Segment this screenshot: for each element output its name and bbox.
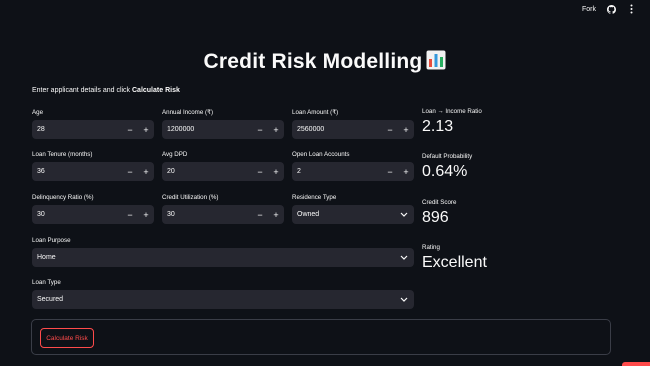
metric-label: Loan → Income Ratio [422, 108, 482, 115]
delinquency-ratio-input[interactable]: 30 − + [32, 205, 154, 224]
metric-label: Rating [422, 244, 440, 251]
age-input[interactable]: 28 − + [32, 120, 154, 139]
default-probability-metric: Default Probability 0.64% [422, 153, 472, 181]
credit-utilization-increment-button[interactable]: + [268, 205, 284, 224]
delinquency-ratio-field: Delinquency Ratio (%) 30 − + [32, 193, 154, 224]
loan-income-ratio-metric: Loan → Income Ratio 2.13 [422, 108, 482, 136]
age-field: Age 28 − + [32, 108, 154, 139]
open-loan-accounts-increment-button[interactable]: + [398, 162, 414, 181]
age-value[interactable]: 28 [32, 126, 122, 133]
credit-utilization-field: Credit Utilization (%) 30 − + [162, 193, 284, 224]
intro-prefix: Enter applicant details and click [32, 87, 132, 94]
metric-label: Default Probability [422, 153, 473, 160]
annual-income-value[interactable]: 1200000 [162, 126, 252, 133]
annual-income-label: Annual Income (₹) [162, 109, 214, 116]
loan-type-value[interactable]: Secured [37, 296, 63, 303]
delinquency-ratio-increment-button[interactable]: + [138, 205, 154, 224]
annual-income-field: Annual Income (₹) 1200000 − + [162, 108, 284, 139]
page-title-text: Credit Risk Modelling [203, 50, 423, 73]
open-loan-accounts-label: Open Loan Accounts [292, 151, 350, 158]
metric-value: 896 [422, 209, 449, 226]
loan-tenure-decrement-button[interactable]: − [122, 162, 138, 181]
annual-income-decrement-button[interactable]: − [252, 120, 268, 139]
age-increment-button[interactable]: + [138, 120, 154, 139]
delinquency-ratio-decrement-button[interactable]: − [122, 205, 138, 224]
loan-tenure-input[interactable]: 36 − + [32, 162, 154, 181]
loan-amount-input[interactable]: 2560000 − + [292, 120, 414, 139]
loan-tenure-label: Loan Tenure (months) [32, 151, 93, 158]
loan-amount-value[interactable]: 2560000 [292, 126, 382, 133]
residence-type-label: Residence Type [292, 194, 337, 201]
loan-type-field: Loan Type Secured [32, 278, 414, 309]
open-loan-accounts-field: Open Loan Accounts 2 − + [292, 150, 414, 181]
avg-dpd-label: Avg DPD [162, 151, 188, 158]
chevron-down-icon[interactable] [400, 296, 408, 304]
loan-amount-field: Loan Amount (₹) 2560000 − + [292, 108, 414, 139]
app-toolbar: Fork [582, 0, 650, 18]
delinquency-ratio-value[interactable]: 30 [32, 211, 122, 218]
page-title: Credit Risk Modelling [0, 50, 650, 76]
residence-type-value[interactable]: Owned [297, 211, 319, 218]
chevron-down-icon[interactable] [400, 254, 408, 262]
credit-utilization-label: Credit Utilization (%) [162, 194, 219, 201]
loan-purpose-field: Loan Purpose Home [32, 236, 414, 267]
residence-type-select[interactable]: Owned [292, 205, 414, 224]
avg-dpd-decrement-button[interactable]: − [252, 162, 268, 181]
credit-utilization-value[interactable]: 30 [162, 211, 252, 218]
residence-type-field: Residence Type Owned [292, 193, 414, 224]
form-container: Calculate Risk [31, 319, 611, 355]
open-loan-accounts-input[interactable]: 2 − + [292, 162, 414, 181]
avg-dpd-input[interactable]: 20 − + [162, 162, 284, 181]
chevron-down-icon[interactable] [400, 211, 408, 219]
credit-score-metric: Credit Score 896 [422, 199, 456, 227]
loan-amount-label: Loan Amount (₹) [292, 109, 339, 116]
loan-tenure-increment-button[interactable]: + [138, 162, 154, 181]
metric-value: Excellent [422, 254, 487, 271]
loan-purpose-value[interactable]: Home [37, 254, 56, 261]
avg-dpd-increment-button[interactable]: + [268, 162, 284, 181]
delinquency-ratio-label: Delinquency Ratio (%) [32, 194, 94, 201]
intro-bold: Calculate Risk [132, 87, 180, 94]
age-label: Age [32, 109, 44, 116]
loan-purpose-select[interactable]: Home [32, 248, 414, 267]
loan-type-label: Loan Type [32, 279, 61, 286]
avg-dpd-field: Avg DPD 20 − + [162, 150, 284, 181]
metric-label: Credit Score [422, 199, 457, 206]
bar-chart-icon [426, 50, 446, 76]
more-menu-icon[interactable] [626, 4, 636, 14]
loan-purpose-label: Loan Purpose [32, 237, 71, 244]
annual-income-increment-button[interactable]: + [268, 120, 284, 139]
annual-income-input[interactable]: 1200000 − + [162, 120, 284, 139]
loan-tenure-value[interactable]: 36 [32, 168, 122, 175]
calculate-risk-button[interactable]: Calculate Risk [40, 328, 94, 348]
github-icon[interactable] [606, 4, 616, 14]
intro-text: Enter applicant details and click Calcul… [32, 87, 180, 94]
avg-dpd-value[interactable]: 20 [162, 168, 252, 175]
open-loan-accounts-value[interactable]: 2 [292, 168, 382, 175]
loan-amount-decrement-button[interactable]: − [382, 120, 398, 139]
loan-tenure-field: Loan Tenure (months) 36 − + [32, 150, 154, 181]
metric-value: 2.13 [422, 118, 454, 135]
open-loan-accounts-decrement-button[interactable]: − [382, 162, 398, 181]
loan-amount-increment-button[interactable]: + [398, 120, 414, 139]
rating-metric: Rating Excellent [422, 244, 487, 272]
credit-utilization-decrement-button[interactable]: − [252, 205, 268, 224]
credit-utilization-input[interactable]: 30 − + [162, 205, 284, 224]
age-decrement-button[interactable]: − [122, 120, 138, 139]
metric-value: 0.64% [422, 163, 468, 180]
fork-button[interactable]: Fork [582, 6, 596, 13]
loan-type-select[interactable]: Secured [32, 290, 414, 309]
status-indicator[interactable] [622, 362, 650, 366]
